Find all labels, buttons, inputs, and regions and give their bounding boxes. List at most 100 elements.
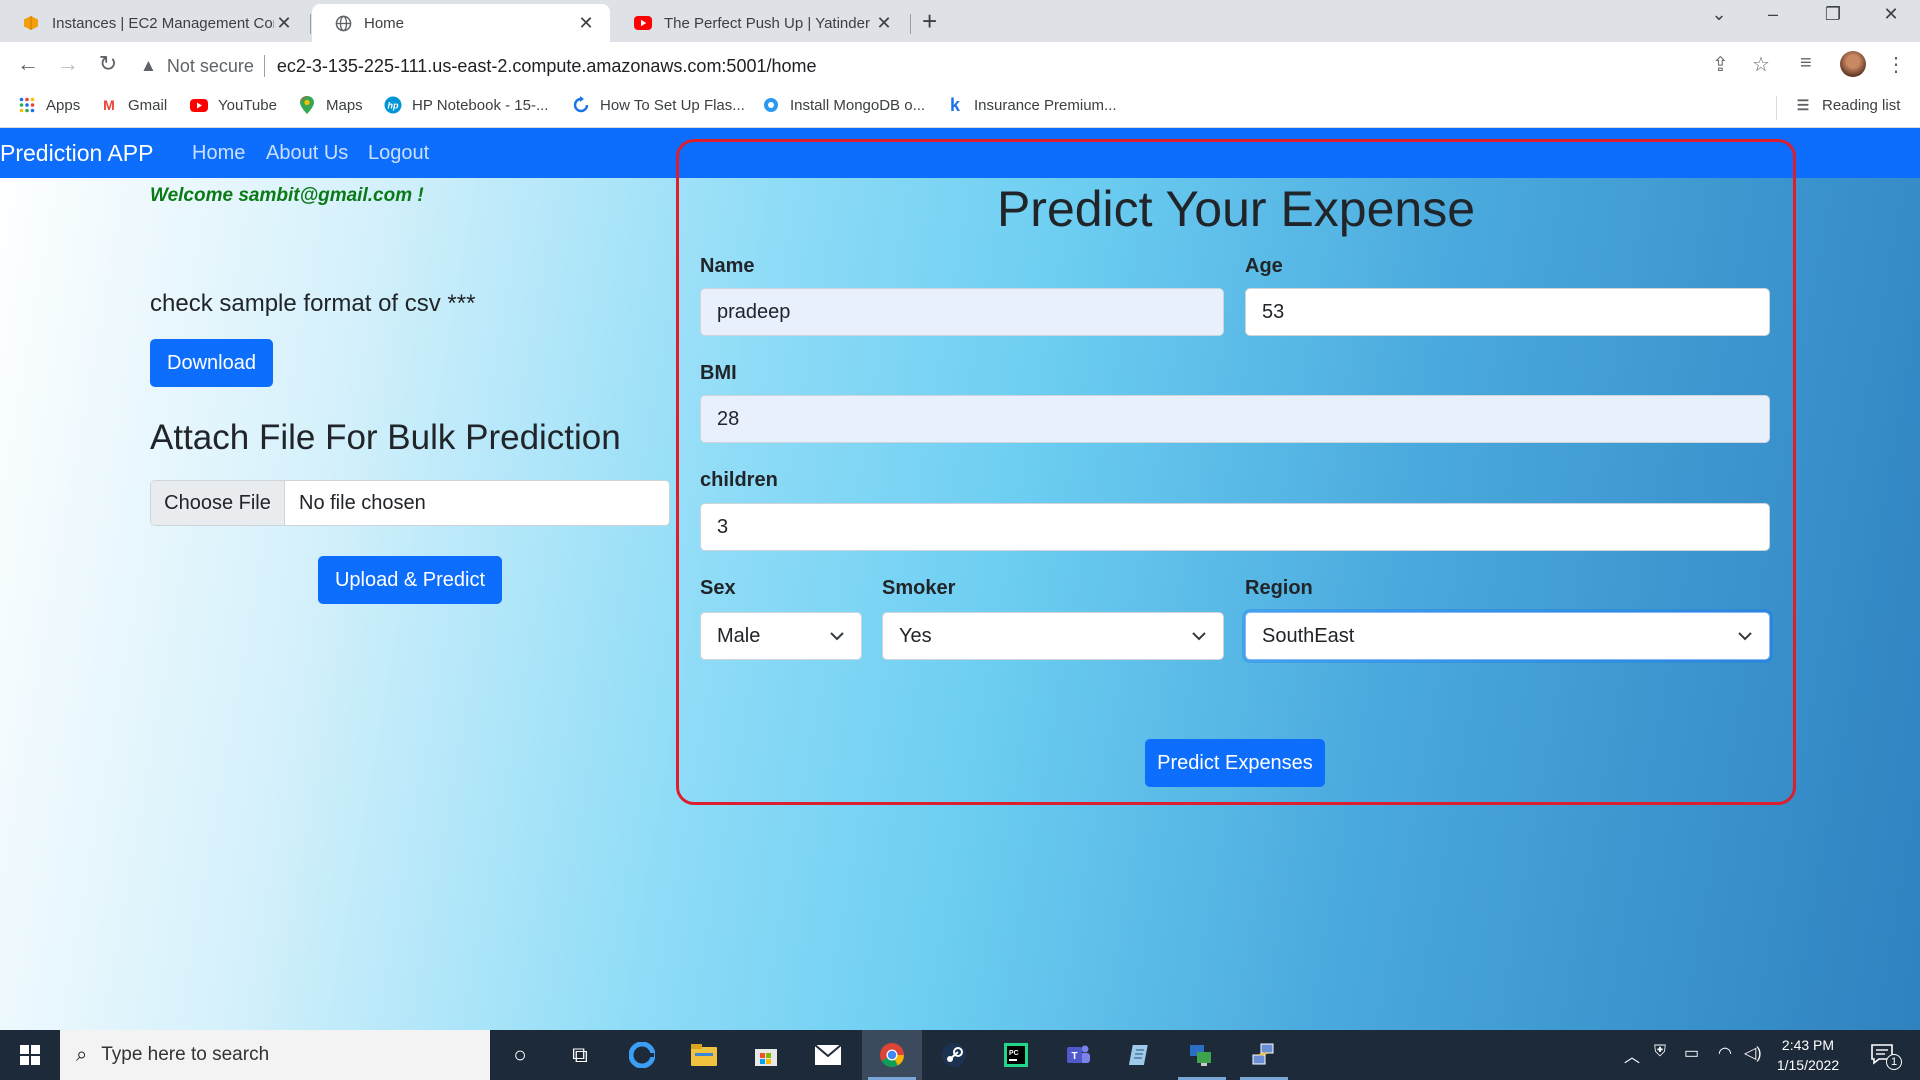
tab-home[interactable]: Home ✕ — [312, 4, 610, 42]
nav-link-home[interactable]: Home — [192, 142, 245, 165]
bookmarks-bar: Apps M Gmail YouTube Maps hp HP Notebook… — [0, 88, 1920, 128]
bookmark-youtube[interactable]: YouTube — [190, 96, 277, 114]
bookmark-label: Install MongoDB o... — [790, 96, 926, 114]
new-tab-button[interactable]: + — [922, 6, 937, 37]
forward-arrow-icon[interactable]: → — [54, 51, 82, 77]
close-tab-icon[interactable]: ✕ — [576, 13, 596, 34]
security-shield-icon[interactable]: ⛨ — [1654, 1043, 1666, 1061]
refresh-blue-icon — [572, 96, 590, 114]
children-input[interactable]: 3 — [700, 503, 1770, 551]
bookmark-maps[interactable]: Maps — [298, 96, 363, 114]
bookmark-apps[interactable]: Apps — [18, 96, 80, 114]
prediction-form-panel — [676, 139, 1796, 805]
circle-blue-icon — [762, 96, 780, 114]
choose-file-button[interactable]: Choose File — [151, 481, 285, 525]
name-input[interactable]: pradeep — [700, 288, 1224, 336]
bookmark-hp-notebook[interactable]: hp HP Notebook - 15-... — [384, 96, 548, 114]
battery-icon[interactable]: ▭ — [1684, 1043, 1699, 1063]
bookmark-install-mongodb[interactable]: Install MongoDB o... — [762, 96, 925, 114]
file-input[interactable]: Choose File No file chosen — [150, 480, 670, 526]
aws-icon — [22, 14, 40, 32]
edge-icon[interactable] — [612, 1030, 672, 1080]
windows-start-icon[interactable] — [0, 1030, 60, 1080]
close-tab-icon[interactable]: ✕ — [874, 13, 894, 34]
bookmark-label: Insurance Premium... — [974, 96, 1117, 114]
bookmark-star-icon[interactable]: ☆ — [1752, 52, 1770, 77]
chevron-down-icon — [1192, 632, 1206, 641]
gmail-icon: M — [103, 97, 115, 113]
tab-youtube-pushup[interactable]: The Perfect Push Up | Yatinder Si ✕ — [612, 4, 908, 42]
microsoft-store-icon[interactable] — [736, 1030, 796, 1080]
sex-select[interactable]: Male — [700, 612, 862, 660]
tab-ec2-instances[interactable]: Instances | EC2 Management Cor ✕ — [0, 4, 308, 42]
share-icon[interactable]: ⇪ — [1712, 52, 1729, 77]
file-explorer-icon[interactable] — [674, 1030, 734, 1080]
smoker-select-value: Yes — [899, 624, 932, 647]
region-label: Region — [1245, 577, 1313, 599]
tab-title: Home — [364, 14, 405, 32]
close-tab-icon[interactable]: ✕ — [274, 13, 294, 34]
media-control-icon[interactable]: ≡ — [1800, 52, 1812, 75]
bookmark-gmail[interactable]: M Gmail — [100, 96, 167, 114]
tab-divider — [310, 14, 311, 34]
profile-avatar[interactable] — [1840, 51, 1866, 77]
bookmark-label: Maps — [326, 96, 363, 114]
windows-taskbar: ⌕ Type here to search ○ ⧉ PC T ︿ ⛨ ▭ ◠ ◁… — [0, 1030, 1920, 1080]
notepad-icon[interactable] — [1110, 1030, 1170, 1080]
reading-list-icon: ☰ — [1796, 96, 1810, 113]
url-text[interactable]: ec2-3-135-225-111.us-east-2.compute.amaz… — [277, 56, 817, 77]
taskbar-clock[interactable]: 2:43 PM 1/15/2022 — [1768, 1035, 1848, 1075]
bookmarks-divider — [1776, 96, 1777, 120]
steam-icon[interactable] — [924, 1030, 984, 1080]
bmi-input[interactable]: 28 — [700, 395, 1770, 443]
sex-select-value: Male — [717, 624, 761, 647]
address-bar[interactable]: ▲ Not secure ec2-3-135-225-111.us-east-2… — [140, 50, 1700, 82]
nav-link-logout[interactable]: Logout — [368, 142, 429, 165]
minimize-icon[interactable]: – — [1750, 4, 1796, 25]
cortana-icon[interactable]: ○ — [490, 1030, 550, 1080]
upload-predict-button[interactable]: Upload & Predict — [318, 556, 502, 604]
pycharm-icon[interactable]: PC — [986, 1030, 1046, 1080]
close-window-icon[interactable]: ✕ — [1868, 4, 1914, 25]
mail-icon[interactable] — [798, 1030, 858, 1080]
region-select[interactable]: SouthEast — [1245, 612, 1770, 660]
restore-icon[interactable]: ❐ — [1810, 4, 1856, 25]
back-arrow-icon[interactable]: ← — [14, 51, 42, 77]
taskbar-search-box[interactable]: ⌕ Type here to search — [60, 1030, 490, 1080]
reading-list-label: Reading list — [1822, 96, 1901, 114]
address-divider — [263, 55, 265, 77]
bookmark-flask-setup[interactable]: How To Set Up Flas... — [572, 96, 745, 114]
sex-label: Sex — [700, 577, 736, 599]
download-button[interactable]: Download — [150, 339, 273, 387]
more-menu-icon[interactable]: ⋮ — [1886, 52, 1906, 77]
predict-expenses-button[interactable]: Predict Expenses — [1145, 739, 1325, 787]
svg-text:T: T — [1071, 1051, 1077, 1062]
youtube-icon — [634, 14, 652, 32]
taskbar-search-placeholder: Type here to search — [101, 1044, 270, 1065]
notification-center-icon[interactable]: 1 — [1862, 1040, 1902, 1070]
browser-tab-strip: Instances | EC2 Management Cor ✕ Home ✕ … — [0, 0, 1920, 42]
age-input[interactable]: 53 — [1245, 288, 1770, 336]
warning-triangle-icon[interactable]: ▲ — [140, 56, 157, 76]
tray-expand-chevron-icon[interactable]: ︿ — [1624, 1043, 1640, 1067]
smoker-select[interactable]: Yes — [882, 612, 1224, 660]
region-select-value: SouthEast — [1262, 624, 1355, 647]
nav-link-about-us[interactable]: About Us — [266, 142, 348, 165]
reload-icon[interactable]: ↻ — [94, 51, 122, 77]
task-view-icon[interactable]: ⧉ — [550, 1030, 610, 1080]
network-app-icon[interactable] — [1234, 1030, 1294, 1080]
speaker-icon[interactable]: ◁) — [1744, 1043, 1762, 1063]
tab-search-chevron-icon[interactable]: ⌄ — [1696, 4, 1742, 25]
app-brand[interactable]: Prediction APP — [0, 140, 153, 167]
chrome-icon[interactable] — [862, 1030, 922, 1080]
teams-icon[interactable]: T — [1048, 1030, 1108, 1080]
security-label[interactable]: Not secure — [167, 56, 254, 77]
bookmark-label: HP Notebook - 15-... — [412, 96, 549, 114]
wifi-icon[interactable]: ◠ — [1718, 1043, 1732, 1063]
bookmark-insurance-premium[interactable]: k Insurance Premium... — [946, 95, 1117, 115]
file-status: No file chosen — [299, 491, 426, 514]
remote-desktop-icon[interactable] — [1172, 1030, 1232, 1080]
maps-pin-icon — [298, 96, 316, 114]
browser-toolbar: ← → ↻ ▲ Not secure ec2-3-135-225-111.us-… — [0, 42, 1920, 88]
reading-list-button[interactable]: ☰ Reading list — [1794, 96, 1901, 114]
